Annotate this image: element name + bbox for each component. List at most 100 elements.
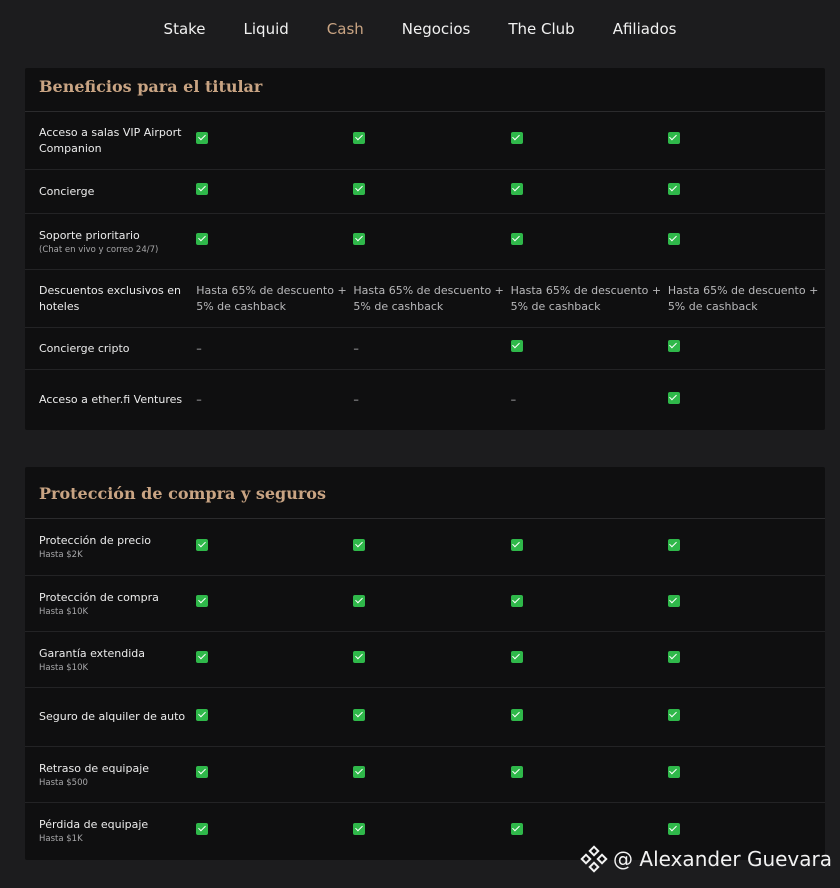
checkmark-icon xyxy=(510,595,523,607)
table-cell: Hasta 65% de descuento + 5% de cashback xyxy=(196,283,353,315)
nav-item-cash[interactable]: Cash xyxy=(327,20,364,38)
checkmark-icon xyxy=(196,538,209,551)
row-label-text: Descuentos exclusivos en hoteles xyxy=(39,283,181,313)
cell-text: Hasta 65% de descuento + 5% de cashback xyxy=(510,283,662,313)
checkmark-icon xyxy=(510,538,523,551)
checkmark-icon xyxy=(196,595,209,607)
binance-logo-icon xyxy=(580,845,608,873)
table-cell xyxy=(510,183,668,200)
table-row: Soporte prioritario (Chat en vivo y corre… xyxy=(25,214,825,270)
row-label: Acceso a ether.fi Ventures xyxy=(25,392,196,408)
table-cell xyxy=(510,538,668,556)
row-label-text: Protección de compra xyxy=(39,590,159,604)
checkmark-icon xyxy=(510,233,523,245)
checkmark-icon xyxy=(196,233,209,245)
row-sublabel: Hasta $10K xyxy=(39,662,89,673)
checkmark-icon xyxy=(510,183,523,195)
row-label: Concierge cripto xyxy=(25,341,196,357)
cell-text: Hasta 65% de descuento + 5% de cashback xyxy=(353,283,504,313)
row-label-text: Seguro de alquiler de auto xyxy=(39,710,186,723)
table-row: Acceso a salas VIP Airport Companion xyxy=(25,112,825,170)
table-cell xyxy=(196,233,353,250)
checkmark-icon xyxy=(510,822,523,835)
table-cell: – xyxy=(353,392,510,408)
table-cell xyxy=(353,708,510,726)
table-cell xyxy=(667,340,825,357)
table-cell xyxy=(510,233,668,250)
table-row: Acceso a ether.fi Ventures – – – xyxy=(25,370,825,430)
cell-text: Hasta 65% de descuento + 5% de cashback xyxy=(667,283,819,313)
table-row: Protección de compra Hasta $10K xyxy=(25,576,825,632)
nav-item-the-club[interactable]: The Club xyxy=(508,20,574,38)
table-cell xyxy=(196,766,353,783)
table-cell: – xyxy=(353,341,510,357)
table-row: Concierge xyxy=(25,170,825,214)
row-label: Descuentos exclusivos en hoteles xyxy=(25,283,196,315)
checkmark-icon xyxy=(667,766,680,778)
row-label-text: Concierge xyxy=(39,184,95,198)
checkmark-icon xyxy=(196,822,209,835)
nav-item-liquid[interactable]: Liquid xyxy=(244,20,289,38)
table-cell xyxy=(510,651,668,668)
checkmark-icon xyxy=(510,708,523,721)
checkmark-icon xyxy=(510,132,523,144)
watermark: @ Alexander Guevara xyxy=(580,845,832,873)
table-cell xyxy=(510,708,668,726)
row-label-text: Concierge cripto xyxy=(39,341,130,355)
section-proteccion: Protección de compra y seguros Protecció… xyxy=(25,467,825,860)
table-row: Retraso de equipaje Hasta $500 xyxy=(25,747,825,803)
table-cell xyxy=(510,595,668,612)
row-label: Protección de compra Hasta $10K xyxy=(25,590,196,618)
checkmark-icon xyxy=(667,595,680,607)
checkmark-icon xyxy=(196,766,209,778)
table-cell xyxy=(196,822,353,840)
row-label: Pérdida de equipaje Hasta $1K xyxy=(25,817,196,845)
nav-item-afiliados[interactable]: Afiliados xyxy=(613,20,677,38)
table-cell: – xyxy=(511,392,668,408)
top-nav: Stake Liquid Cash Negocios The Club Afil… xyxy=(0,0,840,58)
table-cell xyxy=(667,183,825,200)
nav-item-negocios[interactable]: Negocios xyxy=(402,20,471,38)
table-cell xyxy=(510,766,668,783)
cell-text: Hasta 65% de descuento + 5% de cashback xyxy=(196,283,347,313)
table-cell: Hasta 65% de descuento + 5% de cashback xyxy=(353,283,510,315)
checkmark-icon xyxy=(196,132,209,144)
table-cell xyxy=(510,822,668,840)
table-cell xyxy=(667,822,825,840)
row-sublabel: (Chat en vivo y correo 24/7) xyxy=(39,244,159,255)
table-cell xyxy=(667,132,825,149)
table-cell: Hasta 65% de descuento + 5% de cashback xyxy=(668,283,825,315)
row-sublabel: Hasta $1K xyxy=(39,834,83,844)
table-cell xyxy=(353,822,510,840)
checkmark-icon xyxy=(353,538,366,551)
checkmark-icon xyxy=(353,822,366,835)
checkmark-icon xyxy=(667,340,680,352)
protection-rows: Protección de precio Hasta $2K Protección … xyxy=(25,519,825,859)
checkmark-icon xyxy=(667,822,680,835)
checkmark-icon xyxy=(353,708,366,721)
table-cell xyxy=(196,132,353,149)
table-cell xyxy=(353,595,510,612)
row-label-text: Pérdida de equipaje xyxy=(39,818,149,831)
nav-item-stake[interactable]: Stake xyxy=(164,20,206,38)
row-label-text: Acceso a ether.fi Ventures xyxy=(39,393,183,406)
row-label: Protección de precio Hasta $2K xyxy=(25,533,196,561)
row-label-text: Retraso de equipaje xyxy=(39,761,150,775)
table-cell xyxy=(667,651,825,668)
section-title: Protección de compra y seguros xyxy=(25,467,825,519)
checkmark-icon xyxy=(353,233,366,245)
dash-text: – xyxy=(196,341,202,355)
checkmark-icon xyxy=(353,595,366,607)
table-cell xyxy=(667,708,825,726)
table-row: Concierge cripto – – xyxy=(25,328,825,370)
table-cell xyxy=(667,595,825,612)
checkmark-icon xyxy=(510,766,523,778)
checkmark-icon xyxy=(667,651,680,663)
dash-text: – xyxy=(196,393,202,406)
dash-text: – xyxy=(353,341,359,355)
table-cell xyxy=(196,183,353,200)
checkmark-icon xyxy=(353,651,366,663)
checkmark-icon xyxy=(667,183,680,195)
checkmark-icon xyxy=(667,132,680,144)
table-cell xyxy=(667,538,825,556)
